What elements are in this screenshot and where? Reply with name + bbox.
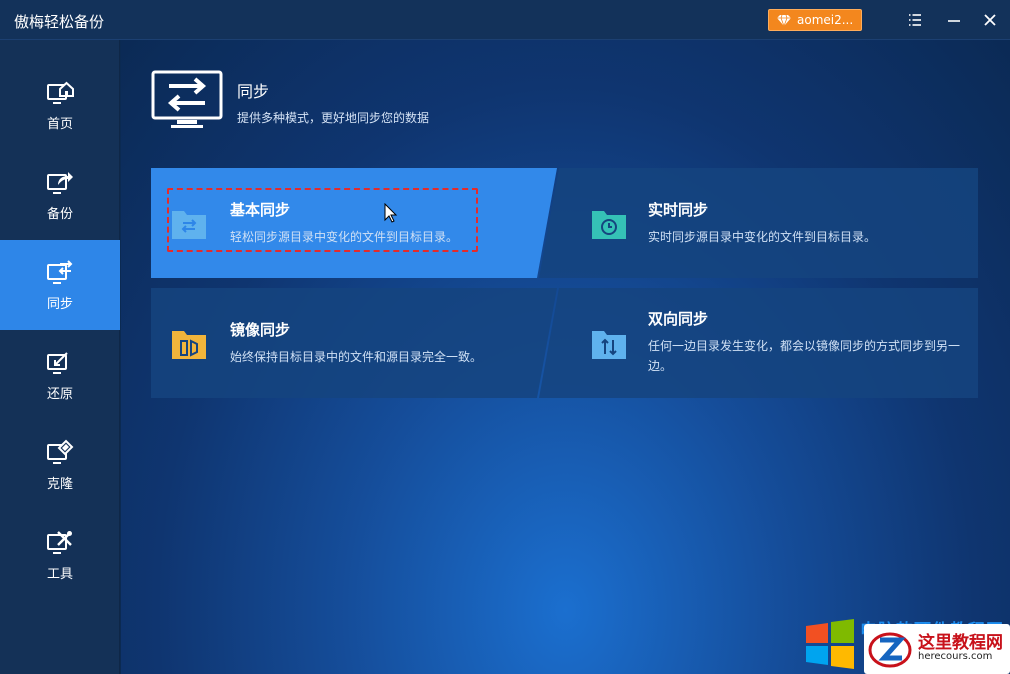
sidebar-item-label: 备份 xyxy=(46,206,73,222)
backup-icon xyxy=(47,171,73,194)
sidebar-item-clone[interactable]: 克隆 xyxy=(0,420,120,510)
user-name: aomei2... xyxy=(797,13,854,27)
twoway-sync-desc: 任何一边目录发生变化，都会以镜像同步的方式同步到另一边。 xyxy=(648,339,961,373)
realtime-sync-desc: 实时同步源目录中变化的文件到目标目录。 xyxy=(648,230,877,244)
realtime-sync-folder-icon xyxy=(592,211,626,239)
watermark-url: herecours.com xyxy=(918,651,993,662)
minimize-icon xyxy=(948,20,960,22)
sidebar-item-label: 同步 xyxy=(46,296,73,312)
twoway-sync-title: 双向同步 xyxy=(648,310,709,328)
sync-icon xyxy=(47,259,73,284)
sidebar-item-label: 首页 xyxy=(46,116,73,132)
page-subtitle: 提供多种模式，更好地同步您的数据 xyxy=(237,111,430,125)
sidebar-item-label: 还原 xyxy=(46,386,73,402)
minimize-button[interactable] xyxy=(942,8,966,32)
menu-button[interactable] xyxy=(903,8,927,32)
user-account-button[interactable]: aomei2... xyxy=(768,9,862,31)
sidebar-item-backup[interactable]: 备份 xyxy=(0,150,120,240)
tools-icon xyxy=(47,530,72,554)
mirror-sync-desc: 始终保持目标目录中的文件和源目录完全一致。 xyxy=(230,350,483,364)
watermark-brand: 这里教程网 xyxy=(918,633,1003,653)
watermark: 电脑软硬件教程网 这里教程网 herecours.com xyxy=(804,614,1010,674)
sync-mode-cards: 基本同步 轻松同步源目录中变化的文件到目标目录。 实时同步 实时同步源目录中变化… xyxy=(151,168,978,398)
main-panel: 同步 提供多种模式，更好地同步您的数据 基本同步 轻松同步源目录中变化的文件到目… xyxy=(121,40,1010,674)
close-icon xyxy=(984,14,996,26)
clone-icon xyxy=(47,439,74,464)
sidebar-item-tools[interactable]: 工具 xyxy=(0,510,120,600)
diamond-icon xyxy=(777,14,791,26)
twoway-sync-folder-icon xyxy=(592,331,626,359)
sync-monitor-icon xyxy=(151,70,223,128)
menu-icon xyxy=(909,14,921,26)
realtime-sync-title: 实时同步 xyxy=(648,201,709,219)
twoway-sync-card[interactable]: 双向同步 任何一边目录发生变化，都会以镜像同步的方式同步到另一边。 xyxy=(591,310,960,388)
basic-sync-title: 基本同步 xyxy=(230,201,291,219)
z-logo-icon xyxy=(868,632,912,668)
windows-logo-icon xyxy=(806,619,854,669)
close-button[interactable] xyxy=(978,8,1002,32)
mirror-sync-card[interactable]: 镜像同步 始终保持目标目录中的文件和源目录完全一致。 xyxy=(171,321,541,368)
page-title: 同步 xyxy=(237,82,270,101)
title-bar: 傲梅轻松备份 aomei2... xyxy=(0,0,1010,40)
sidebar-item-label: 克隆 xyxy=(46,476,73,492)
sidebar-item-restore[interactable]: 还原 xyxy=(0,330,120,420)
sidebar-item-label: 工具 xyxy=(46,566,73,582)
watermark-badge: 这里教程网 herecours.com xyxy=(864,624,1010,674)
basic-sync-folder-icon xyxy=(172,211,206,239)
realtime-sync-card[interactable]: 实时同步 实时同步源目录中变化的文件到目标目录。 xyxy=(591,201,951,248)
home-icon xyxy=(47,81,74,104)
mirror-sync-folder-icon xyxy=(172,331,206,359)
restore-icon xyxy=(47,351,68,374)
sidebar-item-home[interactable]: 首页 xyxy=(0,60,120,150)
mirror-sync-title: 镜像同步 xyxy=(230,321,291,339)
sidebar-item-sync[interactable]: 同步 xyxy=(0,240,120,330)
sidebar: 首页 备份 同步 还原 克隆 工具 xyxy=(0,40,120,674)
mouse-cursor-icon xyxy=(384,203,398,223)
app-title: 傲梅轻松备份 xyxy=(14,13,105,31)
basic-sync-desc: 轻松同步源目录中变化的文件到目标目录。 xyxy=(230,230,459,244)
basic-sync-card[interactable]: 基本同步 轻松同步源目录中变化的文件到目标目录。 xyxy=(171,201,541,248)
